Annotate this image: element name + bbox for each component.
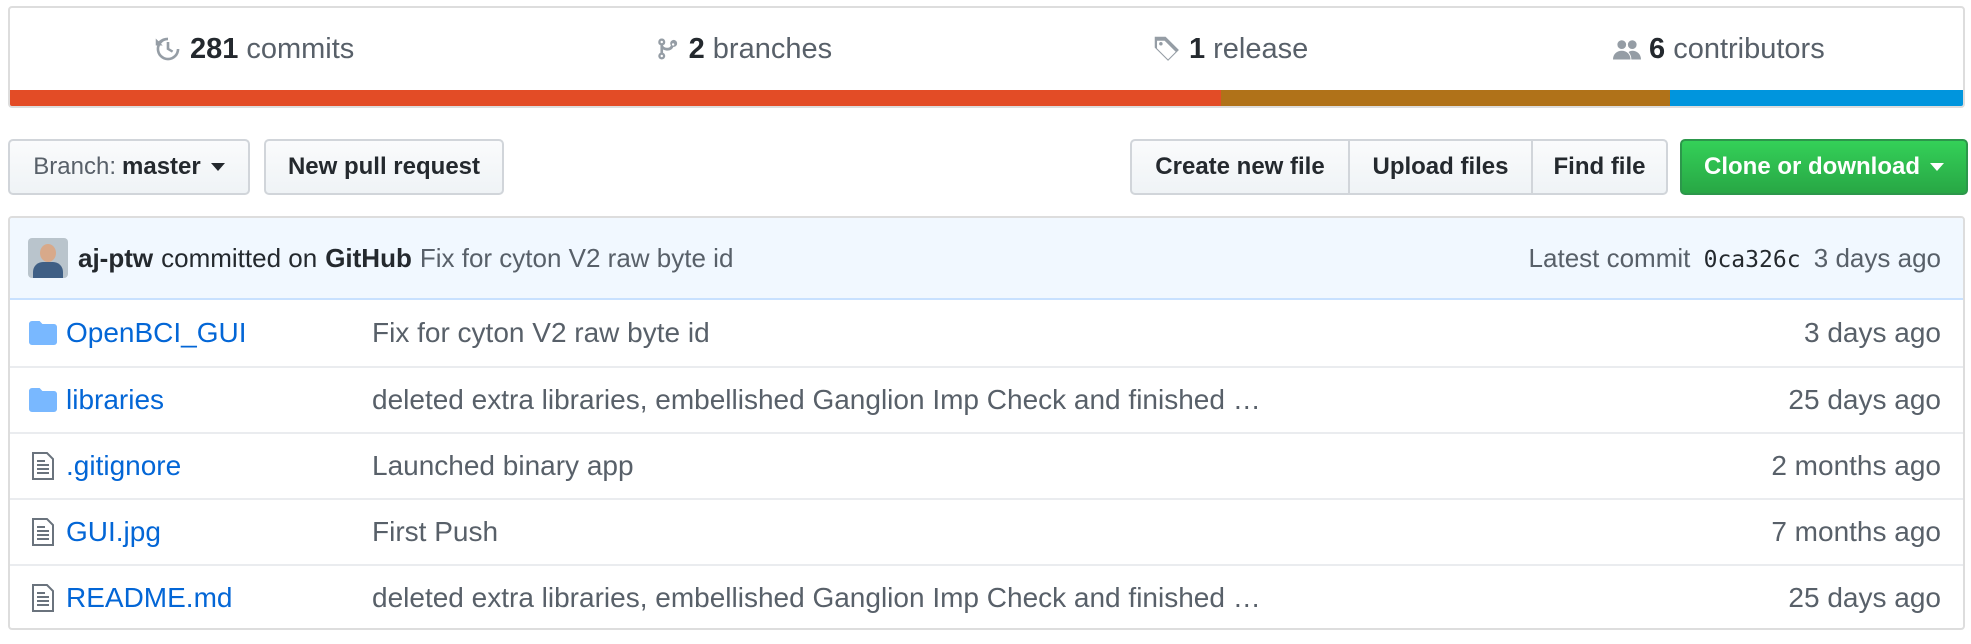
find-file-button[interactable]: Find file [1531, 139, 1668, 195]
table-row: README.md deleted extra libraries, embell… [10, 564, 1963, 628]
file-commit-message[interactable]: First Push [372, 516, 1771, 548]
releases-count: 1 [1188, 32, 1206, 65]
commit-age: 3 days ago [1813, 242, 1941, 273]
commit-author[interactable]: aj-ptw [78, 243, 153, 274]
caret-down-icon [1930, 163, 1944, 171]
table-row: libraries deleted extra libraries, embell… [10, 366, 1963, 432]
folder-icon [28, 388, 58, 412]
file-age: 7 months ago [1771, 516, 1941, 547]
people-icon [1613, 40, 1642, 60]
table-row: OpenBCI_GUI Fix for cyton V2 raw byte id 3… [10, 300, 1963, 366]
file-commit-message[interactable]: Fix for cyton V2 raw byte id [372, 317, 1804, 349]
file-list: OpenBCI_GUI Fix for cyton V2 raw byte id 3… [10, 300, 1963, 628]
file-name-link[interactable]: .gitignore [66, 450, 372, 482]
file-table: aj-ptw committed on GitHub Fix for cyton… [8, 216, 1965, 630]
latest-commit-bar: aj-ptw committed on GitHub Fix for cyton… [10, 218, 1963, 300]
releases-link[interactable]: 1 release [987, 8, 1475, 90]
avatar[interactable] [28, 238, 68, 278]
tag-icon [1154, 36, 1179, 61]
commit-sha[interactable]: 0ca326c [1704, 247, 1801, 273]
language-segment [1220, 90, 1671, 106]
upload-files-button[interactable]: Upload files [1348, 139, 1533, 195]
language-segment [1670, 90, 1963, 106]
commits-link[interactable]: 281 commits [10, 8, 498, 90]
file-icon [28, 452, 58, 480]
branches-link[interactable]: 2 branches [498, 8, 986, 90]
file-age: 2 months ago [1771, 450, 1941, 481]
branch-name: master [122, 153, 201, 180]
table-row: .gitignore Launched binary app 2 months ag… [10, 432, 1963, 498]
contributors-link[interactable]: 6 contributors [1475, 8, 1963, 90]
file-icon [28, 518, 58, 546]
folder-icon [28, 321, 58, 345]
create-new-file-button[interactable]: Create new file [1130, 139, 1350, 195]
language-bar[interactable] [10, 90, 1963, 106]
committer-platform: GitHub [325, 242, 412, 273]
caret-down-icon [210, 163, 225, 171]
file-actions-group: Create new file Upload files Find file [1130, 139, 1668, 195]
git-branch-icon [657, 38, 677, 60]
numbers-summary: 281 commits 2 branches 1 release 6 contr… [10, 8, 1963, 90]
branches-label: branches [712, 32, 833, 65]
repo-summary: 281 commits 2 branches 1 release 6 contr… [8, 6, 1965, 108]
table-row: GUI.jpg First Push 7 months ago [10, 498, 1963, 564]
file-commit-message[interactable]: Launched binary app [372, 450, 1771, 482]
history-icon [155, 37, 180, 61]
commit-message[interactable]: Fix for cyton V2 raw byte id [420, 243, 734, 274]
file-age: 25 days ago [1788, 384, 1941, 415]
language-segment [10, 90, 1221, 106]
file-name-link[interactable]: libraries [66, 384, 372, 416]
file-age: 3 days ago [1804, 317, 1941, 348]
new-pull-request-button[interactable]: New pull request [264, 139, 504, 195]
branch-prefix: Branch: [33, 153, 116, 180]
commits-label: commits [246, 32, 355, 65]
committed-on-label: committed on [161, 242, 318, 273]
branches-count: 2 [688, 32, 705, 65]
latest-commit-info: Latest commit 0ca326c 3 days ago [1529, 243, 1941, 274]
latest-commit-label: Latest commit [1528, 242, 1691, 273]
file-commit-message[interactable]: deleted extra libraries, embellished Gan… [372, 582, 1788, 614]
clone-or-download-button[interactable]: Clone or download [1680, 139, 1968, 195]
file-name-link[interactable]: README.md [66, 582, 372, 614]
file-icon [28, 584, 58, 612]
contributors-label: contributors [1673, 32, 1825, 65]
file-name-link[interactable]: GUI.jpg [66, 516, 372, 548]
releases-label: release [1213, 32, 1309, 65]
commits-count: 281 [189, 32, 239, 65]
clone-label: Clone or download [1704, 153, 1920, 180]
file-commit-message[interactable]: deleted extra libraries, embellished Gan… [372, 384, 1788, 416]
contributors-count: 6 [1649, 32, 1666, 65]
file-name-link[interactable]: OpenBCI_GUI [66, 317, 372, 349]
file-age: 25 days ago [1788, 582, 1941, 613]
branch-select-button[interactable]: Branch: master [8, 139, 250, 195]
